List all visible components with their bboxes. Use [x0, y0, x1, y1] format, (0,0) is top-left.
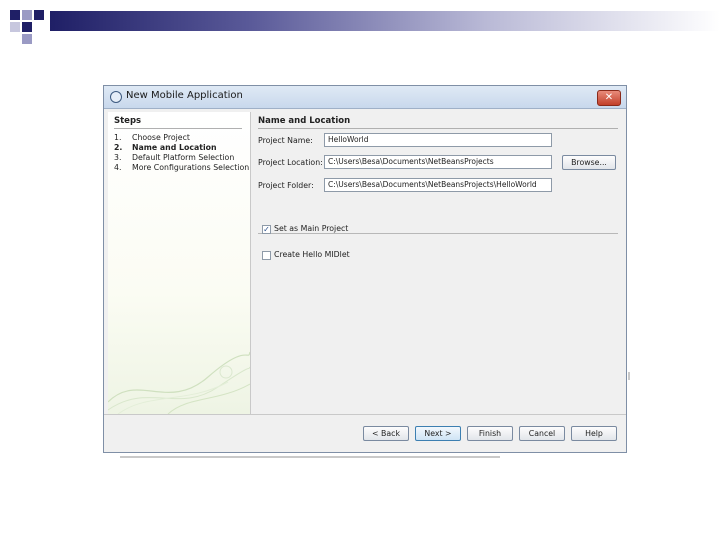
browse-button[interactable]: Browse...: [562, 155, 616, 170]
project-folder-field[interactable]: C:\Users\Besa\Documents\NetBeansProjects…: [324, 178, 552, 192]
step-item-current: 2. Name and Location: [114, 143, 249, 153]
step-item: 3. Default Platform Selection: [114, 153, 249, 163]
project-name-label: Project Name:: [258, 136, 313, 145]
step-label: Name and Location: [132, 143, 217, 152]
step-label: Default Platform Selection: [132, 153, 235, 162]
main-project-checkbox[interactable]: ✓: [262, 225, 271, 234]
deco-square: [22, 22, 32, 32]
back-button[interactable]: < Back: [363, 426, 409, 441]
slide-header-decoration: [0, 0, 720, 48]
step-number: 2.: [114, 143, 123, 152]
step-item: 1. Choose Project: [114, 133, 249, 143]
deco-square: [22, 34, 32, 44]
step-number: 4.: [114, 163, 122, 172]
step-number: 1.: [114, 133, 122, 142]
finish-button[interactable]: Finish: [467, 426, 513, 441]
slide-footer-line: [120, 456, 500, 458]
step-number: 3.: [114, 153, 122, 162]
name-and-location-panel: Name and Location Project Name: HelloWor…: [252, 112, 622, 414]
steps-panel: Steps 1. Choose Project 2. Name and Locati…: [108, 112, 251, 414]
steps-list: 1. Choose Project 2. Name and Location 3. D…: [114, 133, 249, 173]
new-mobile-application-dialog: New Mobile Application ✕ Steps 1. Choose …: [103, 85, 627, 453]
section-heading: Name and Location: [258, 116, 351, 126]
project-name-field[interactable]: HelloWorld: [324, 133, 552, 147]
help-button[interactable]: Help: [571, 426, 617, 441]
slide-edge-mark: [628, 372, 630, 380]
deco-square: [34, 10, 44, 20]
title-bar[interactable]: New Mobile Application ✕: [104, 86, 626, 109]
main-project-label: Set as Main Project: [274, 224, 349, 233]
project-location-field[interactable]: C:\Users\Besa\Documents\NetBeansProjects: [324, 155, 552, 169]
close-icon[interactable]: ✕: [597, 90, 621, 106]
steps-divider: [114, 128, 242, 129]
dialog-title: New Mobile Application: [126, 90, 243, 101]
section-divider: [258, 128, 618, 129]
step-item: 4. More Configurations Selection: [114, 163, 249, 173]
hello-midlet-label: Create Hello MIDlet: [274, 250, 350, 259]
decorative-swirl-graphic: [108, 351, 250, 414]
deco-gradient-bar: [50, 11, 720, 31]
cancel-button[interactable]: Cancel: [519, 426, 565, 441]
deco-square: [22, 10, 32, 20]
step-label: Choose Project: [132, 133, 190, 142]
deco-square: [10, 22, 20, 32]
project-location-label: Project Location:: [258, 158, 323, 167]
step-label: More Configurations Selection: [132, 163, 250, 172]
button-bar-divider: [104, 414, 626, 415]
options-separator: [258, 233, 618, 234]
steps-heading: Steps: [114, 116, 142, 126]
project-folder-label: Project Folder:: [258, 181, 314, 190]
netbeans-app-icon: [110, 91, 122, 103]
next-button[interactable]: Next >: [415, 426, 461, 441]
deco-square: [10, 10, 20, 20]
hello-midlet-checkbox[interactable]: [262, 251, 271, 260]
